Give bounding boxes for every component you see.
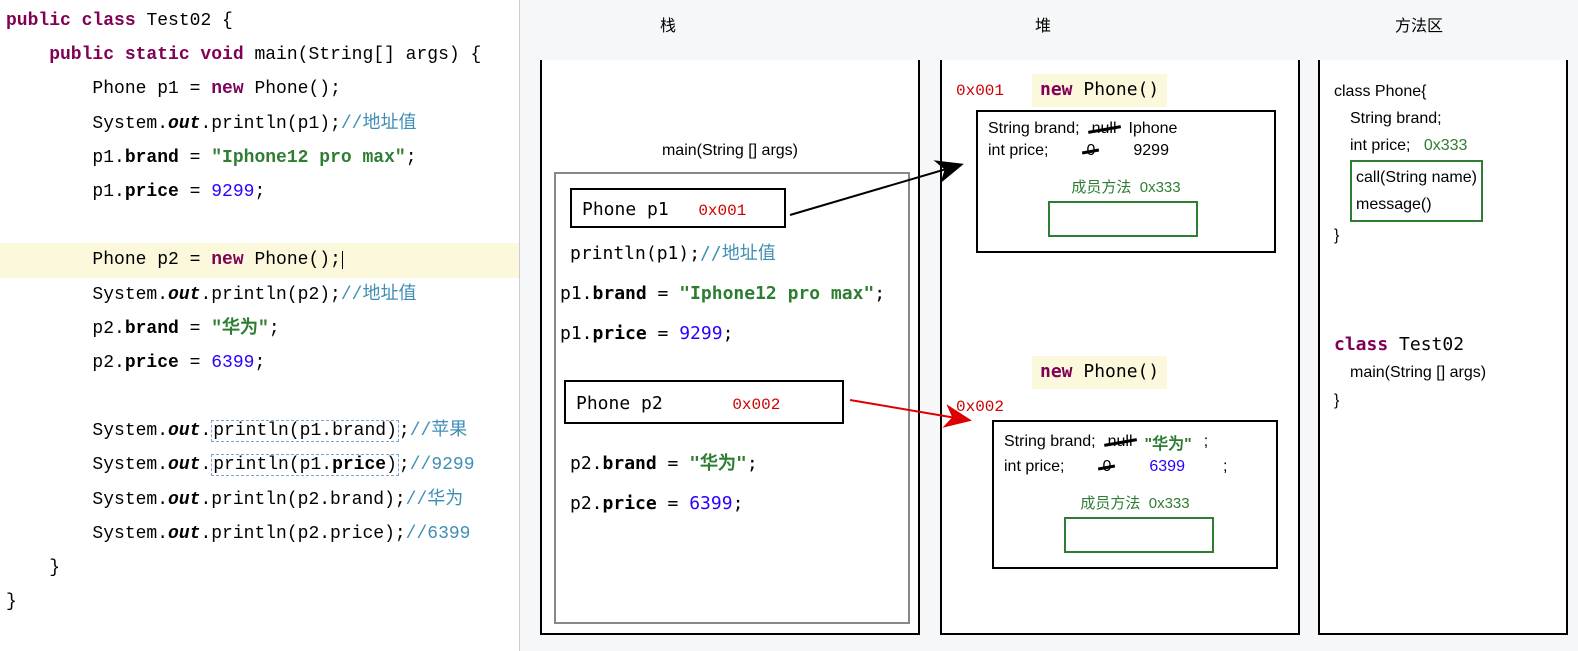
var-p1-addr: 0x001 [698, 202, 746, 220]
heap-object-2: String brand; null "华为"; int price; 0 63… [992, 420, 1278, 569]
member-method-label: 成员方法 0x333 [1080, 495, 1189, 512]
code-line: p2.brand = "华为"; [0, 312, 519, 346]
code-line: p1.brand = "Iphone12 pro max"; [0, 141, 519, 175]
code-line: p2.price = 6399; [0, 346, 519, 380]
var-p2-addr: 0x002 [732, 396, 780, 414]
stack-code-line: p1.brand = "Iphone12 pro max"; [560, 280, 885, 309]
class-close: } [1334, 387, 1552, 414]
code-line: System.out.println(p2.brand);//华为 [0, 483, 519, 517]
method-pointer-box [1048, 201, 1198, 237]
heap-obj2-addr: 0x002 [956, 398, 1004, 416]
method-area-header: 方法区 [1395, 12, 1443, 36]
field-price-label: int price; [1004, 458, 1064, 476]
field-price-value: 9299 [1133, 142, 1169, 160]
heap-header: 堆 [1035, 12, 1051, 36]
heap-panel: 0x001 new Phone() String brand; null Iph… [940, 60, 1300, 635]
struck-zero: 0 [1102, 458, 1111, 476]
method-message: message() [1356, 191, 1477, 218]
field-price: int price; 0x333 [1334, 132, 1552, 159]
code-line: p1.price = 9299; [0, 175, 519, 209]
field-price-value: 6399 [1149, 458, 1185, 476]
struck-null: null [1108, 433, 1133, 451]
code-line: public static void main(String[] args) { [0, 38, 519, 72]
member-method-label: 成员方法 0x333 [1071, 179, 1180, 196]
var-p1-label: Phone p1 [582, 199, 669, 220]
code-line: System.out.println(p2);//地址值 [0, 278, 519, 312]
main-method-sig: main(String [] args) [1334, 359, 1552, 386]
method-area-panel: class Phone{ String brand; int price; 0x… [1318, 60, 1568, 635]
method-area-content: class Phone{ String brand; int price; 0x… [1320, 60, 1566, 432]
var-p2-label: Phone p2 [576, 393, 663, 414]
code-blank [0, 209, 519, 243]
code-line: } [0, 551, 519, 585]
heap-obj1-ctor: new Phone() [1032, 74, 1167, 107]
var-p1-box: Phone p1 0x001 [570, 188, 786, 228]
text-cursor [342, 251, 343, 269]
struck-null: null [1092, 120, 1117, 138]
code-line-highlighted: Phone p2 = new Phone(); [0, 243, 519, 277]
code-line: System.out.println(p1);//地址值 [0, 107, 519, 141]
class-close: } [1334, 222, 1552, 249]
field-brand: String brand; [1334, 105, 1552, 132]
field-brand-value: "华为" [1145, 430, 1192, 454]
code-editor: public class Test02 { public static void… [0, 0, 520, 651]
stack-code-line: p1.price = 9299; [560, 320, 733, 349]
code-line: public class Test02 { [0, 4, 519, 38]
code-line: System.out.println(p2.price);//6399 [0, 517, 519, 551]
code-line: Phone p1 = new Phone(); [0, 72, 519, 106]
stack-code-line: p2.price = 6399; [570, 490, 743, 519]
stack-header: 栈 [660, 12, 676, 36]
field-brand-value: Iphone [1129, 120, 1178, 138]
var-p2-box: Phone p2 0x002 [564, 380, 844, 424]
main-frame-label: main(String [] args) [542, 142, 918, 160]
struck-zero: 0 [1086, 142, 1095, 160]
code-line: } [0, 585, 519, 619]
heap-obj2-ctor: new Phone() [1032, 356, 1167, 389]
class-test02-decl: class Test02 [1334, 331, 1552, 360]
stack-code-line: p2.brand = "华为"; [570, 450, 758, 479]
stack-panel: main(String [] args) Phone p1 0x001 prin… [540, 60, 920, 635]
stack-code-line: println(p1);//地址值 [570, 240, 776, 269]
method-call-box: call(String name) message() [1350, 160, 1483, 222]
class-phone-decl: class Phone{ [1334, 78, 1552, 105]
field-brand-label: String brand; [1004, 433, 1096, 451]
code-blank [0, 380, 519, 414]
field-price-label: int price; [988, 142, 1048, 160]
heap-obj1-addr: 0x001 [956, 82, 1004, 100]
heap-object-1: String brand; null Iphone int price; 0 9… [976, 110, 1276, 253]
method-call: call(String name) [1356, 164, 1477, 191]
method-pointer-box [1064, 517, 1214, 553]
code-line: System.out.println(p1.price);//9299 [0, 448, 519, 482]
code-line: System.out.println(p1.brand);//苹果 [0, 414, 519, 448]
field-brand-label: String brand; [988, 120, 1080, 138]
